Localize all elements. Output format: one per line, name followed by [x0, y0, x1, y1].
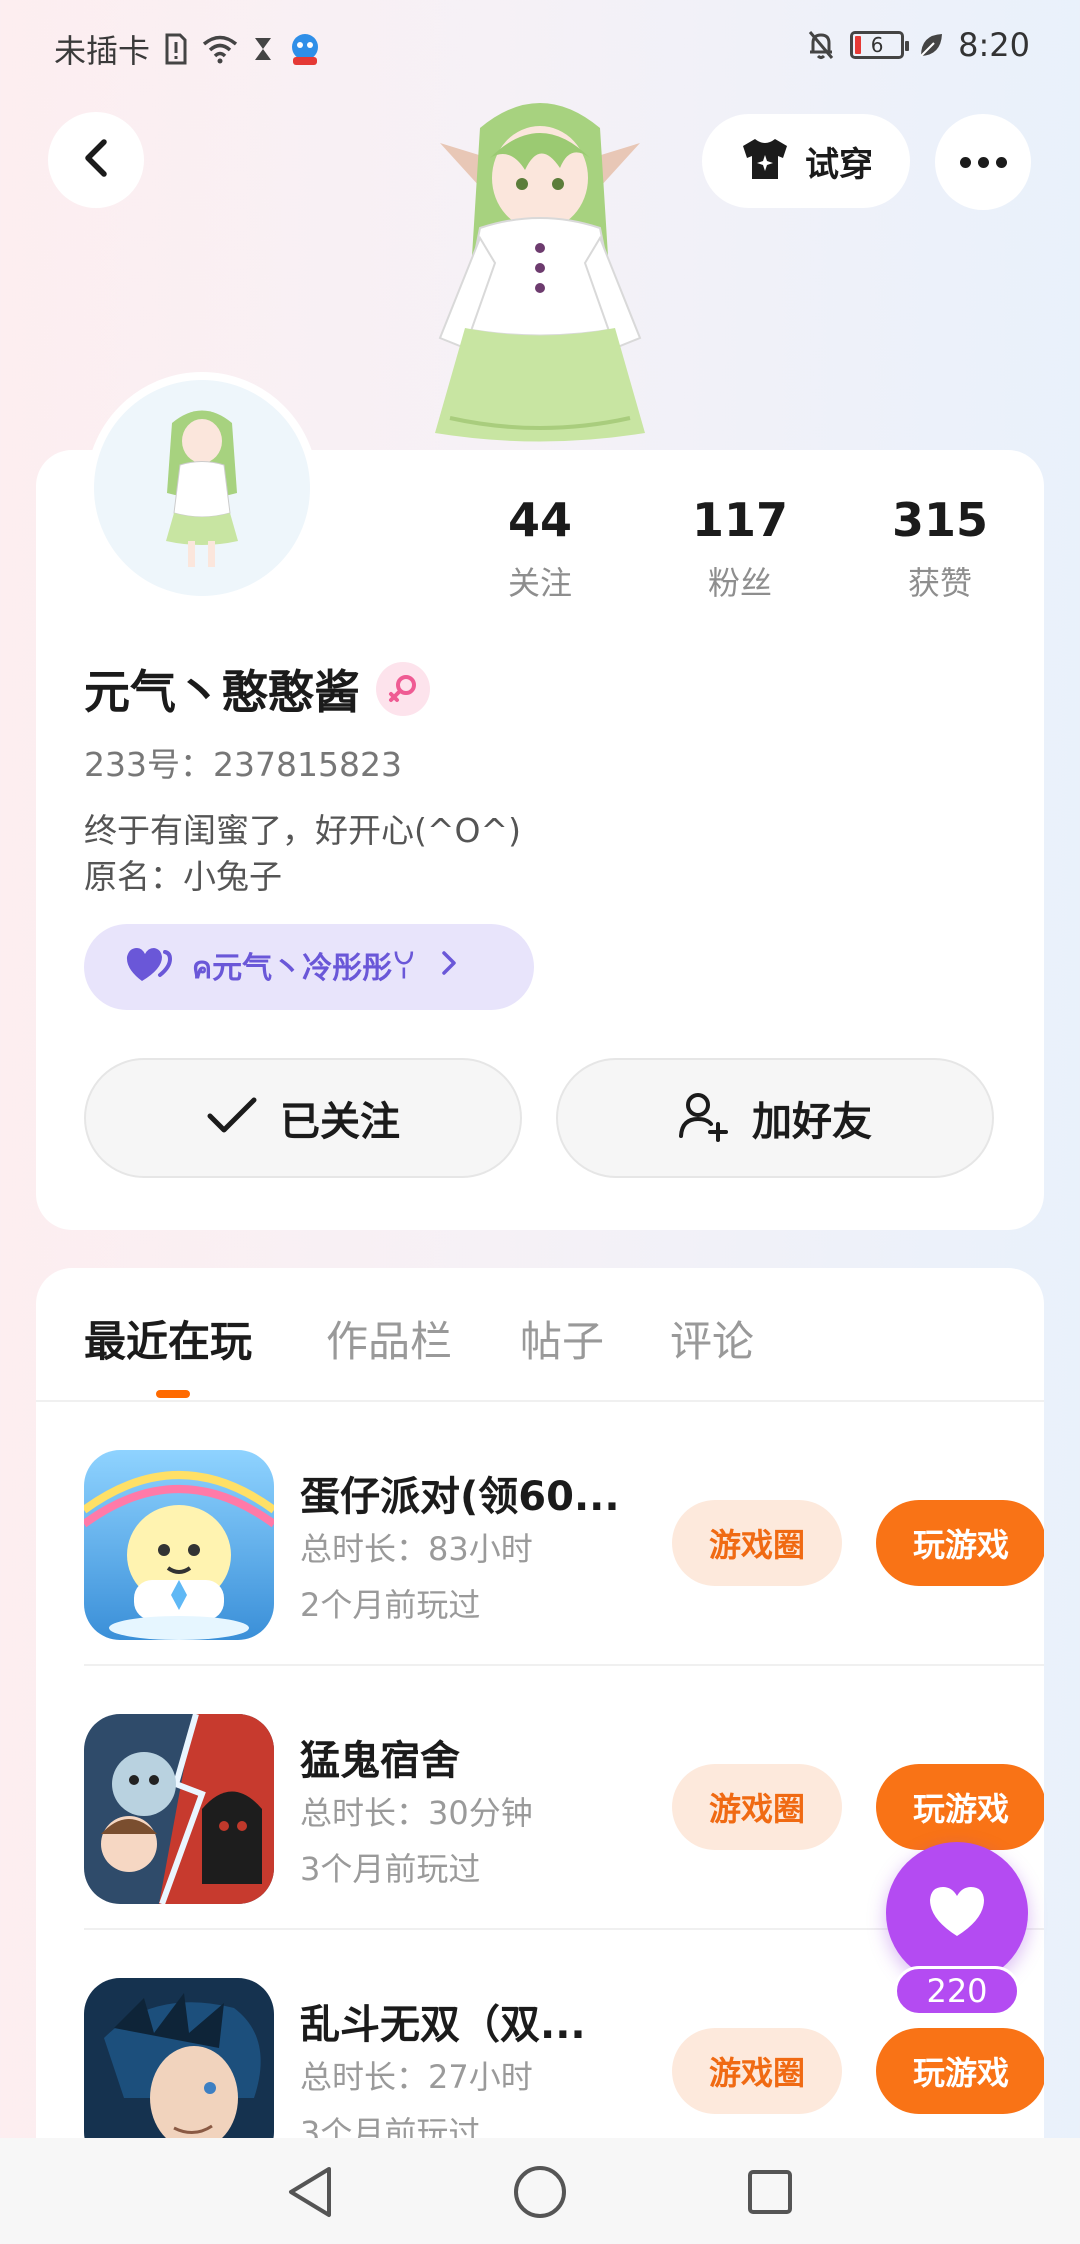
followers-label: 粉丝: [707, 564, 772, 602]
add-friend-button[interactable]: 加好友: [556, 1058, 994, 1178]
heart-icon: [124, 945, 174, 989]
chevron-right-icon: [440, 949, 458, 985]
wifi-icon: [202, 34, 238, 64]
account-id: 233号：237815823: [84, 745, 402, 784]
following-button[interactable]: 已关注: [84, 1058, 522, 1178]
app-notification-icon: [288, 32, 322, 66]
game-duration: 总时长：27小时: [300, 2058, 533, 2096]
tab-indicator: [156, 1390, 190, 1398]
leaf-icon: [918, 31, 944, 59]
like-count: 220: [894, 1966, 1020, 2016]
battery-icon: 6: [850, 31, 910, 59]
game-row[interactable]: 蛋仔派对(领60... 总时长：83小时 2个月前玩过 游戏圈 玩游戏: [84, 1402, 1044, 1666]
female-icon: [376, 662, 430, 716]
stat-likes[interactable]: 315 获赞: [840, 492, 1040, 604]
back-triangle-icon[interactable]: [280, 2162, 340, 2222]
hourglass-icon: [252, 35, 274, 63]
tab-recent[interactable]: 最近在玩: [84, 1308, 252, 1369]
followers-count: 117: [691, 493, 789, 547]
home-circle-icon[interactable]: [510, 2162, 570, 2222]
check-icon: [206, 1096, 258, 1140]
stat-followers[interactable]: 117 粉丝: [640, 492, 840, 604]
game-title: 乱斗无双（双...: [300, 2002, 586, 2048]
play-game-button[interactable]: 玩游戏: [876, 2028, 1044, 2114]
likes-count: 315: [891, 493, 989, 547]
username-row: 元气丶憨憨酱: [84, 656, 430, 722]
system-nav-bar: [0, 2138, 1080, 2244]
game-circle-button[interactable]: 游戏圈: [672, 1764, 842, 1850]
club-label: ค元气丶冷彤彤ꌩ: [192, 950, 416, 986]
tab-comments[interactable]: 评论: [670, 1308, 754, 1369]
game-last-played: 3个月前玩过: [300, 1850, 481, 1888]
chevron-left-icon: [78, 136, 114, 184]
bell-muted-icon: [806, 29, 836, 61]
try-on-label: 试穿: [805, 144, 873, 185]
character-illustration: [410, 88, 670, 448]
play-game-button[interactable]: 玩游戏: [876, 1764, 1044, 1850]
game-last-played: 2个月前玩过: [300, 1586, 481, 1624]
game-title: 蛋仔派对(领60...: [300, 1474, 620, 1520]
game-circle-button[interactable]: 游戏圈: [672, 2028, 842, 2114]
following-label: 关注: [507, 564, 572, 602]
following-label: 已关注: [280, 1099, 400, 1145]
back-button[interactable]: [48, 112, 144, 208]
stat-following[interactable]: 44 关注: [440, 492, 640, 604]
like-button[interactable]: [886, 1842, 1028, 1984]
following-count: 44: [507, 493, 572, 547]
bio: 终于有闺蜜了，好开心(^O^) 原名：小兔子: [84, 808, 521, 900]
likes-label: 获赞: [907, 564, 972, 602]
games-card: 最近在玩 作品栏 帖子 评论 蛋仔派对(领60... 总时长：83小时 2个月前…: [36, 1268, 1044, 2244]
status-bar: 未插卡 6 8:20: [0, 0, 1080, 96]
carrier-label: 未插卡: [54, 32, 151, 70]
play-game-button[interactable]: 玩游戏: [876, 1500, 1044, 1586]
tab-bar: 最近在玩 作品栏 帖子 评论: [36, 1268, 1044, 1402]
username: 元气丶憨憨酱: [84, 665, 360, 719]
status-left: 未插卡: [54, 26, 322, 72]
battery-level: 6: [870, 33, 884, 57]
tab-works[interactable]: 作品栏: [326, 1308, 452, 1369]
status-right: 6 8:20: [806, 26, 1030, 64]
add-user-icon: [678, 1090, 730, 1146]
game-circle-button[interactable]: 游戏圈: [672, 1500, 842, 1586]
recents-square-icon[interactable]: [740, 2162, 800, 2222]
shirt-icon: [739, 136, 791, 186]
bio-line-1: 终于有闺蜜了，好开心(^O^): [84, 811, 522, 850]
game-thumbnail[interactable]: [84, 1714, 274, 1904]
more-dot: [995, 156, 1007, 168]
tab-posts[interactable]: 帖子: [520, 1308, 604, 1369]
try-on-button[interactable]: 试穿: [702, 114, 910, 208]
club-chip[interactable]: ค元气丶冷彤彤ꌩ: [84, 924, 534, 1010]
add-friend-label: 加好友: [752, 1099, 872, 1145]
game-title: 猛鬼宿舍: [300, 1738, 460, 1784]
clock: 8:20: [958, 26, 1030, 64]
bio-line-2: 原名：小兔子: [84, 857, 282, 896]
sim-alert-icon: [164, 33, 188, 65]
game-thumbnail[interactable]: [84, 1450, 274, 1640]
more-dots-icon: [959, 156, 971, 168]
game-duration: 总时长：83小时: [300, 1530, 533, 1568]
game-duration: 总时长：30分钟: [300, 1794, 533, 1832]
more-options-button[interactable]: [935, 114, 1031, 210]
more-dot: [977, 156, 989, 168]
heart-icon: [926, 1883, 988, 1943]
avatar[interactable]: [86, 372, 318, 604]
profile-stats: 44 关注 117 粉丝 315 获赞: [440, 492, 1040, 604]
